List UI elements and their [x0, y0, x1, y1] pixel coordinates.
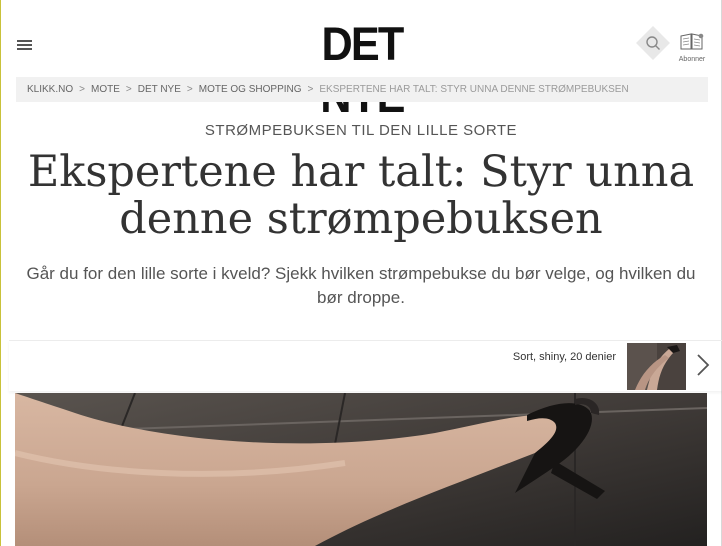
breadcrumb: KLIKK.NO > MOTE > DET NYE > MOTE OG SHOPPING > E…: [16, 77, 708, 102]
breadcrumb-klikk[interactable]: KLIKK.NO: [27, 84, 73, 95]
breadcrumb-separator: >: [186, 84, 193, 95]
thumbnail-legs-image: [627, 343, 686, 390]
gallery-next-strip: Sort, shiny, 20 denier: [9, 340, 722, 391]
site-header: DET NYE Abonner: [0, 0, 722, 122]
breadcrumb-mote[interactable]: MOTE: [91, 84, 120, 95]
subscribe-button[interactable]: Abonner: [675, 33, 709, 63]
subscribe-label: Abonner: [678, 56, 706, 63]
magazine-icon: [680, 33, 704, 50]
breadcrumb-separator: >: [79, 84, 85, 95]
chevron-right-icon[interactable]: [695, 353, 711, 377]
hero-legs-heel-image: [15, 393, 707, 546]
hero-image[interactable]: [15, 393, 707, 546]
breadcrumb-mote-og-shopping[interactable]: MOTE OG SHOPPING: [199, 84, 302, 95]
breadcrumb-det-nye[interactable]: DET NYE: [138, 84, 181, 95]
site-logo[interactable]: DET NYE: [283, 18, 441, 122]
search-icon: [646, 36, 660, 50]
search-button[interactable]: [636, 26, 670, 60]
breadcrumb-separator: >: [307, 84, 314, 95]
breadcrumb-current: EKSPERTENE HAR TALT: STYR UNNA DENNE STR…: [319, 84, 629, 95]
article-lede: Går du for den lille sorte i kveld? Sjek…: [26, 264, 696, 307]
article-kicker: STRØMPEBUKSEN TIL DEN LILLE SORTE: [204, 122, 518, 139]
hamburger-menu-icon[interactable]: [17, 40, 32, 51]
breadcrumb-separator: >: [125, 84, 132, 95]
next-image-caption[interactable]: Sort, shiny, 20 denier: [513, 351, 616, 363]
article-headline: Ekspertene har talt: Styr unna denne str…: [27, 147, 695, 244]
next-image-thumbnail[interactable]: [627, 343, 686, 390]
window-edge-left: [0, 0, 1, 546]
